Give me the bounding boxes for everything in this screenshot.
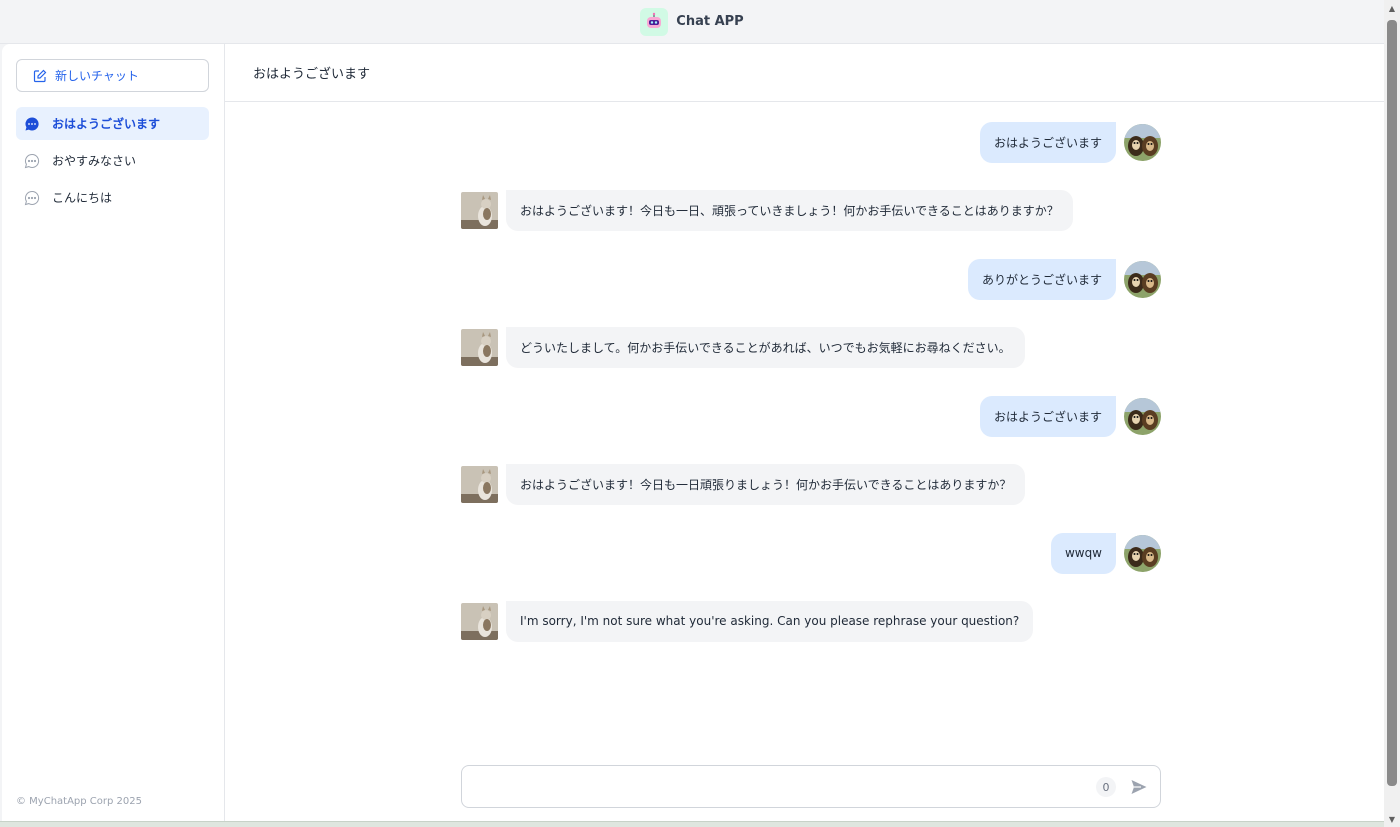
bot-message-bubble: おはようございます！今日も一日、頑張っていきましょう！何かお手伝いできることはあ… [506, 189, 1073, 231]
chat-bubble-icon [24, 190, 40, 206]
scroll-thumb[interactable] [1387, 20, 1397, 786]
copyright: © MyChatApp Corp 2025 [16, 796, 142, 807]
message-row-bot: おはようございます！今日も一日、頑張っていきましょう！何かお手伝いできることはあ… [461, 189, 1161, 231]
chat-item-oyasumi[interactable]: おやすみなさい [16, 144, 209, 177]
chat-item-label: こんにちは [52, 191, 113, 205]
bot-message-bubble: おはようございます！今日も一日頑張りましょう！何かお手伝いできることはありますか… [506, 463, 1026, 505]
window-bottom-edge [0, 821, 1384, 827]
chat-item-label: おはようございます [52, 117, 161, 131]
app-header: Chat APP [0, 0, 1384, 44]
bot-message-bubble: I'm sorry, I'm not sure what you're aski… [506, 600, 1034, 642]
message-row-bot: I'm sorry, I'm not sure what you're aski… [461, 600, 1161, 642]
user-message-bubble: おはようございます [979, 121, 1116, 163]
edit-icon [33, 69, 47, 83]
sidebar: 新しいチャット おはようございます おやすみなさい こんにちは © MyChat… [2, 44, 225, 821]
chat-bubble-icon [24, 153, 40, 169]
app-window: Chat APP 新しいチャット おはようございます おやすみなさい こんにちは… [0, 0, 1400, 827]
send-button[interactable] [1128, 776, 1150, 798]
bot-avatar [461, 191, 498, 229]
message-row-user: wwqw [461, 532, 1161, 574]
message-row-bot: おはようございます！今日も一日頑張りましょう！何かお手伝いできることはありますか… [461, 463, 1161, 505]
char-count-badge: 0 [1096, 777, 1116, 797]
message-row-user: おはようございます [461, 121, 1161, 163]
user-message-bubble: ありがとうございます [967, 258, 1116, 300]
bot-avatar [461, 602, 498, 640]
bot-avatar [461, 328, 498, 366]
message-row-bot: どういたしまして。何かお手伝いできることがあれば、いつでもお気軽にお尋ねください… [461, 326, 1161, 368]
app-title: Chat APP [676, 14, 744, 29]
message-input[interactable] [474, 776, 1074, 798]
chat-item-ohayou[interactable]: おはようございます [16, 107, 209, 140]
new-chat-button[interactable]: 新しいチャット [16, 59, 209, 92]
chat-item-konnichiwa[interactable]: こんにちは [16, 181, 209, 214]
scroll-up-arrow-icon[interactable]: ▲ [1384, 0, 1400, 16]
user-avatar [1124, 534, 1161, 572]
bot-avatar [461, 465, 498, 503]
user-avatar [1124, 397, 1161, 435]
message-composer: 0 [461, 765, 1161, 808]
chat-item-label: おやすみなさい [52, 154, 137, 168]
scroll-down-arrow-icon[interactable]: ▼ [1384, 811, 1400, 827]
chat-main: おはようございます おはようございます おはようございます！今日も一日、頑張って… [225, 44, 1384, 821]
message-row-user: ありがとうございます [461, 258, 1161, 300]
message-row-user: おはようございます [461, 395, 1161, 437]
bot-message-bubble: どういたしまして。何かお手伝いできることがあれば、いつでもお気軽にお尋ねください… [506, 326, 1025, 368]
chat-list: おはようございます おやすみなさい こんにちは [16, 107, 209, 218]
chat-bubble-icon [24, 116, 40, 132]
robot-icon [640, 7, 669, 36]
user-message-bubble: おはようございます [979, 395, 1116, 437]
send-icon [1131, 780, 1147, 794]
message-list: おはようございます おはようございます！今日も一日、頑張っていきましょう！何かお… [225, 102, 1384, 702]
chat-title: おはようございます [225, 44, 1384, 102]
user-avatar [1124, 123, 1161, 161]
new-chat-label: 新しいチャット [55, 69, 139, 83]
user-avatar [1124, 260, 1161, 298]
page-scrollbar[interactable]: ▲ ▼ [1384, 0, 1400, 827]
user-message-bubble: wwqw [1050, 532, 1116, 574]
